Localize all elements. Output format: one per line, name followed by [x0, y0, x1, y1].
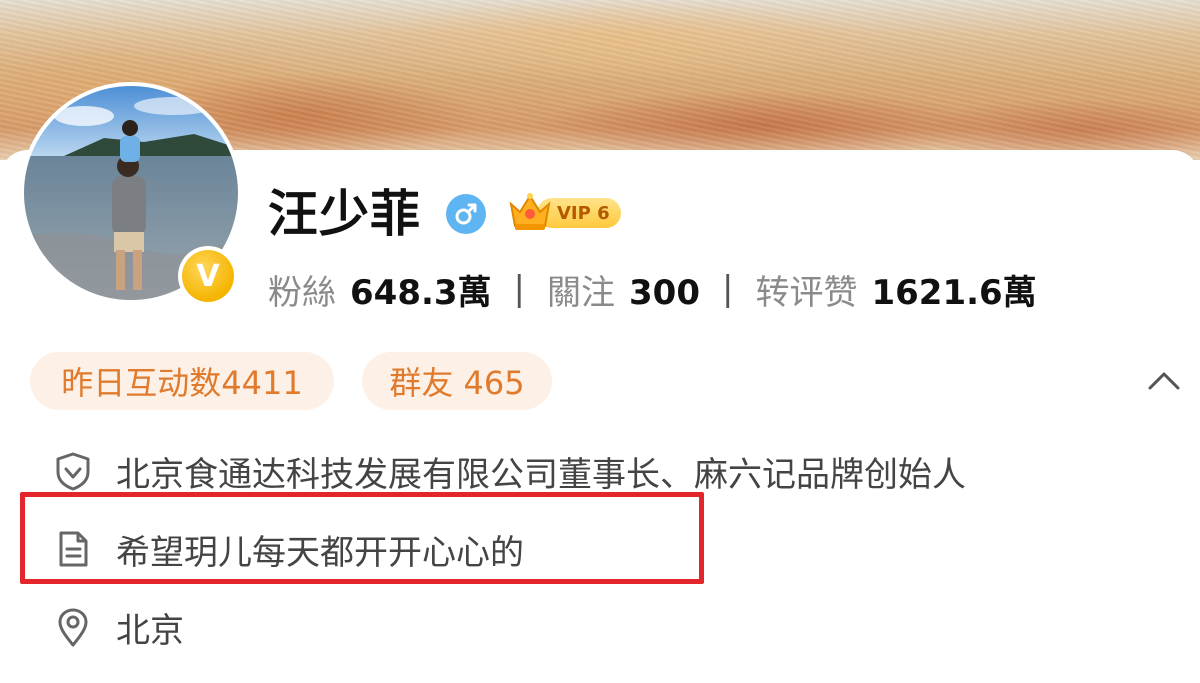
- verification-info-row: 北京食通达科技发展有限公司董事长、麻六记品牌创始人: [52, 446, 966, 496]
- stat-reposts-comments-likes[interactable]: 转评赞 1621.6萬: [755, 265, 1036, 314]
- stat-value: 648.3萬: [350, 272, 492, 313]
- verified-badge-icon: V: [178, 246, 238, 306]
- stat-label: 转评赞: [755, 272, 858, 313]
- stat-value: 300: [629, 272, 700, 313]
- location-pin-icon: [58, 608, 88, 647]
- location-text: 北京: [116, 610, 184, 651]
- crown-icon: [509, 193, 551, 230]
- male-icon: [446, 194, 486, 234]
- stat-label: 關注: [547, 272, 616, 313]
- highlight-box: [20, 492, 704, 584]
- fan-group-chip[interactable]: 群友 465: [362, 352, 552, 410]
- stat-followers[interactable]: 粉絲 648.3萬: [268, 265, 492, 314]
- stat-value: 1621.6萬: [871, 272, 1037, 313]
- vip-badge[interactable]: VIP 6: [507, 190, 621, 234]
- profile-stats: 粉絲 648.3萬 | 關注 300 | 转评赞 1621.6萬: [268, 264, 1037, 314]
- profile-name: 汪少菲: [268, 185, 421, 243]
- interaction-count-chip[interactable]: 昨日互动数4411: [30, 352, 334, 410]
- verification-text: 北京食通达科技发展有限公司董事长、麻六记品牌创始人: [116, 454, 966, 495]
- chevron-up-icon[interactable]: [1146, 366, 1182, 396]
- divider: |: [722, 269, 734, 309]
- divider: |: [513, 269, 526, 309]
- location-row: 北京: [52, 602, 184, 652]
- stat-following[interactable]: 關注 300: [547, 265, 700, 314]
- stat-label: 粉絲: [268, 272, 336, 313]
- shield-check-icon: [56, 452, 90, 491]
